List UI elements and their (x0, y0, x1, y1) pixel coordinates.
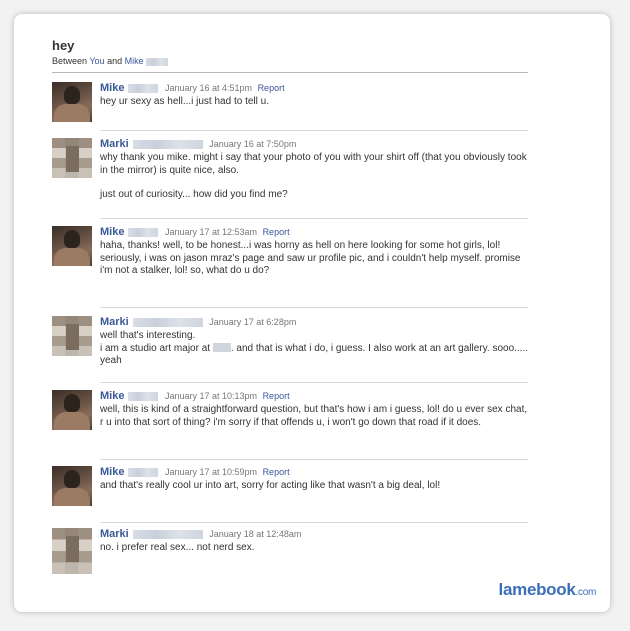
message-divider (100, 459, 528, 460)
thread-participants: Between You and Mike (52, 56, 169, 66)
avatar-mike[interactable] (52, 466, 92, 506)
message-text: why thank you mike. might i say that you… (100, 152, 527, 200)
and-label: and (107, 56, 123, 66)
message-thread-card: hey Between You and Mike Mike January 16… (14, 14, 610, 612)
sender-name-link[interactable]: Marki (100, 528, 129, 540)
avatar-mike[interactable] (52, 226, 92, 266)
message-divider (100, 218, 528, 219)
sender-name-link[interactable]: Mike (100, 82, 124, 94)
message-divider (100, 382, 528, 383)
message-timestamp: January 17 at 6:28pm (209, 317, 297, 327)
message-timestamp: January 17 at 12:53am (164, 227, 258, 237)
report-link[interactable]: Report (263, 467, 290, 477)
message-text: well that's interesting. i am a studio a… (100, 330, 529, 366)
avatar-marki[interactable] (52, 528, 92, 574)
message-timestamp: January 17 at 10:59pm (164, 467, 258, 477)
sender-name-link[interactable]: Mike (100, 226, 124, 238)
lamebook-watermark: lamebook.com (498, 580, 597, 599)
message-text: and that's really cool ur into art, sorr… (100, 480, 441, 491)
message-divider (100, 130, 528, 131)
avatar-marki[interactable] (52, 316, 92, 356)
between-label: Between (52, 56, 88, 66)
redacted-surname (132, 140, 203, 150)
header-divider (52, 72, 528, 73)
message-text: well, this is kind of a straightforward … (100, 404, 528, 428)
redacted-surname (128, 392, 159, 402)
sender-name-link[interactable]: Mike (100, 466, 124, 478)
message-timestamp: January 18 at 12:48am (209, 529, 302, 539)
report-link[interactable]: Report (258, 83, 285, 93)
message-divider (100, 307, 528, 308)
redacted-surname (128, 84, 159, 94)
avatar-mike[interactable] (52, 390, 92, 430)
message-timestamp: January 16 at 7:50pm (209, 139, 297, 149)
message-text: hey ur sexy as hell...i just had to tell… (100, 96, 269, 107)
avatar-mike[interactable] (52, 82, 92, 122)
report-link[interactable]: Report (263, 391, 290, 401)
participant-you-link[interactable]: You (89, 56, 104, 66)
sender-name-link[interactable]: Marki (100, 316, 129, 328)
redacted-surname (128, 468, 159, 478)
redacted-surname (146, 57, 169, 66)
redacted-school (212, 343, 231, 353)
message-timestamp: January 16 at 4:51pm (164, 83, 253, 93)
thread-title: hey (52, 38, 75, 53)
message-text: no. i prefer real sex... not nerd sex. (100, 542, 255, 553)
report-link[interactable]: Report (263, 227, 290, 237)
thread-header: hey Between You and Mike (52, 38, 169, 66)
sender-name-link[interactable]: Mike (100, 390, 124, 402)
message-divider (100, 522, 528, 523)
message-timestamp: January 17 at 10:13pm (164, 391, 258, 401)
redacted-surname (132, 530, 203, 540)
redacted-surname (128, 228, 159, 238)
message-text: haha, thanks! well, to be honest...i was… (100, 240, 521, 276)
redacted-surname (132, 318, 203, 328)
sender-name-link[interactable]: Marki (100, 138, 129, 150)
avatar-marki[interactable] (52, 138, 92, 178)
participant-mike-link[interactable]: Mike (125, 56, 144, 66)
